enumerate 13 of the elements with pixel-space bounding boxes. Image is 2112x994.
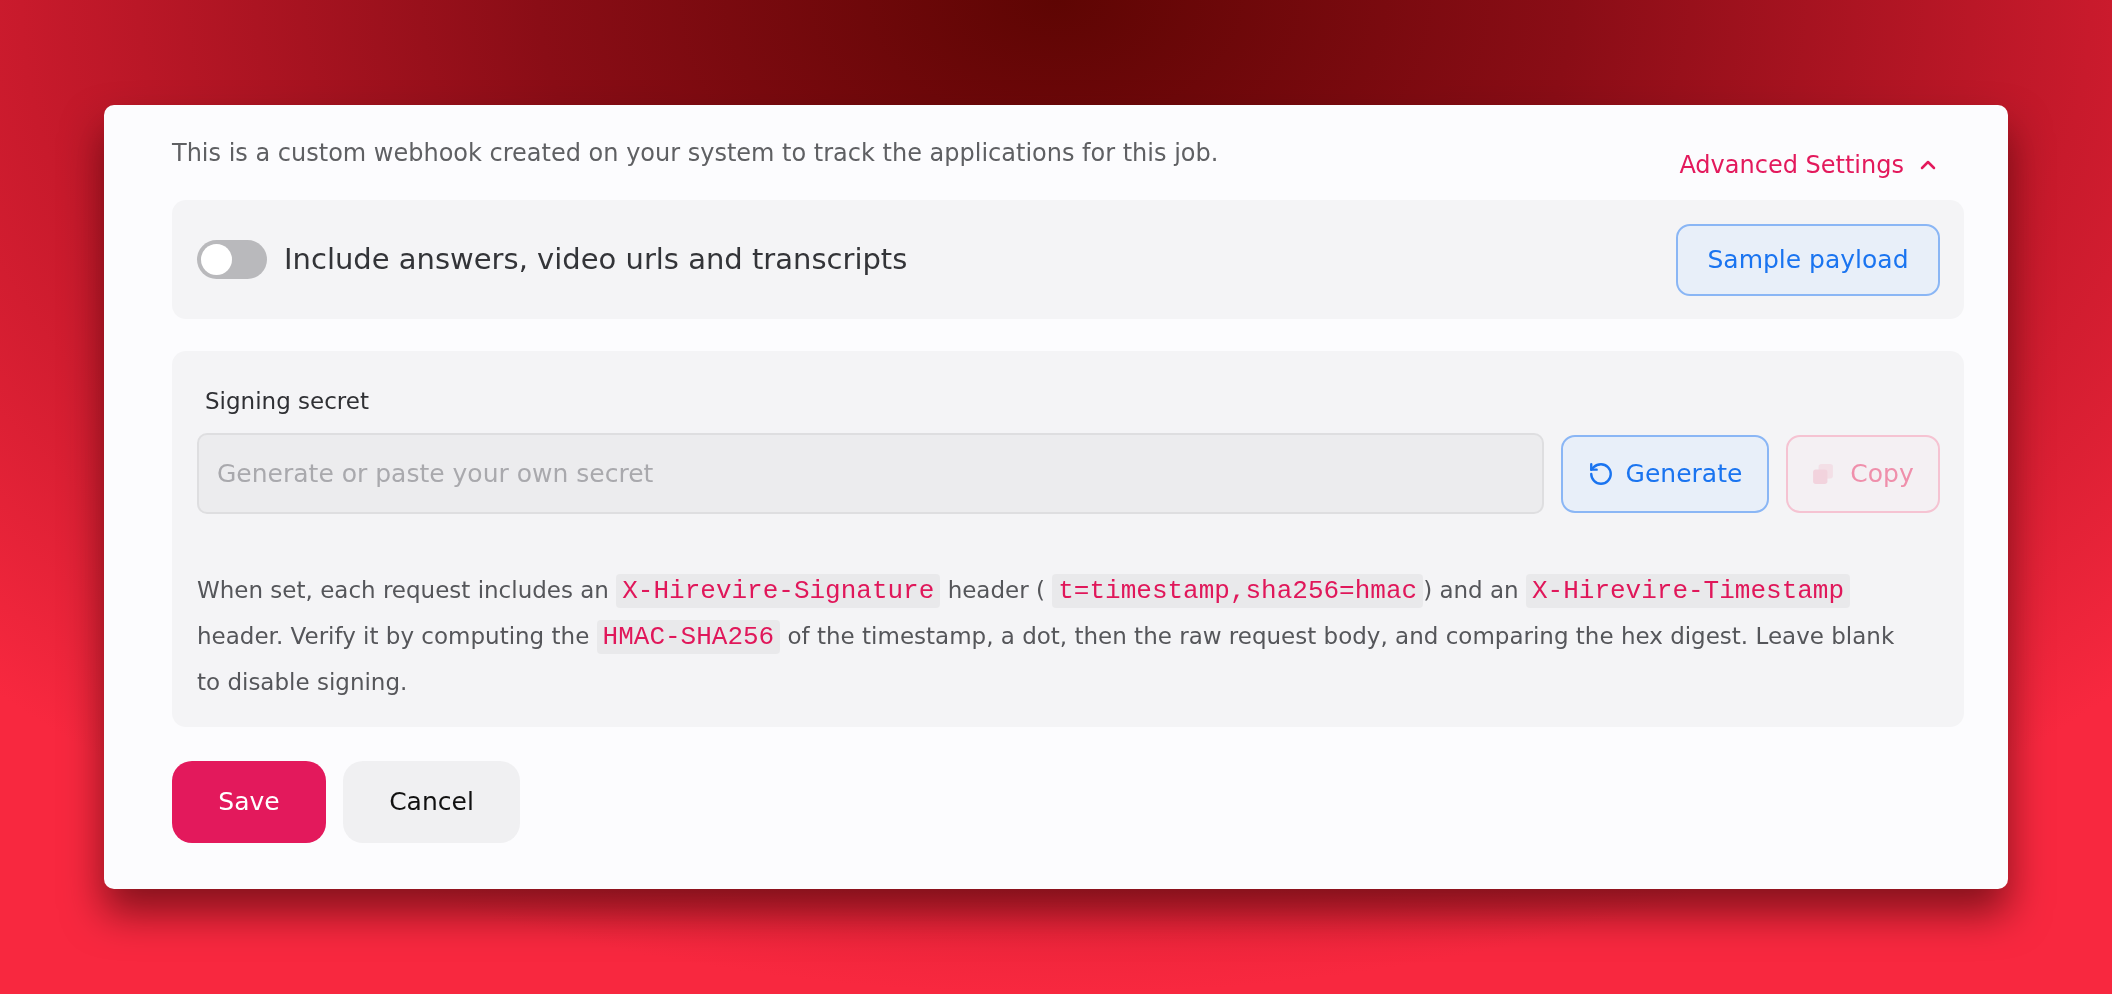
generate-button[interactable]: Generate	[1561, 434, 1769, 513]
cancel-button[interactable]: Cancel	[343, 761, 520, 843]
toggle-label: Include answers, video urls and transcripts	[284, 240, 908, 278]
save-button[interactable]: Save	[172, 761, 326, 843]
refresh-icon	[1587, 460, 1614, 487]
toggle-switch[interactable]	[197, 240, 267, 279]
signing-secret-label: Signing secret	[205, 387, 369, 416]
intro-text: This is a custom webhook created on your system to track the applications for this job.	[172, 138, 1219, 169]
secret-input-field[interactable]: Generate or paste your own secret	[197, 433, 1544, 514]
advanced-settings-link[interactable]: Advanced Settings	[1679, 147, 1940, 183]
sample-payload-button[interactable]: Sample payload	[1676, 223, 1940, 296]
signing-help-text: When set, each request includes an X-Hirevire-Signature header ( t=timestamp,sha256=hmac ) and an X-Hirevire-Timestamp header. Verify it by computing the HMAC-SHA256 of the timestamp, a dot, then the raw request body, and comparing the hex digest. Leave blank to disable signing.	[197, 573, 1896, 697]
copy-icon	[1812, 462, 1835, 485]
